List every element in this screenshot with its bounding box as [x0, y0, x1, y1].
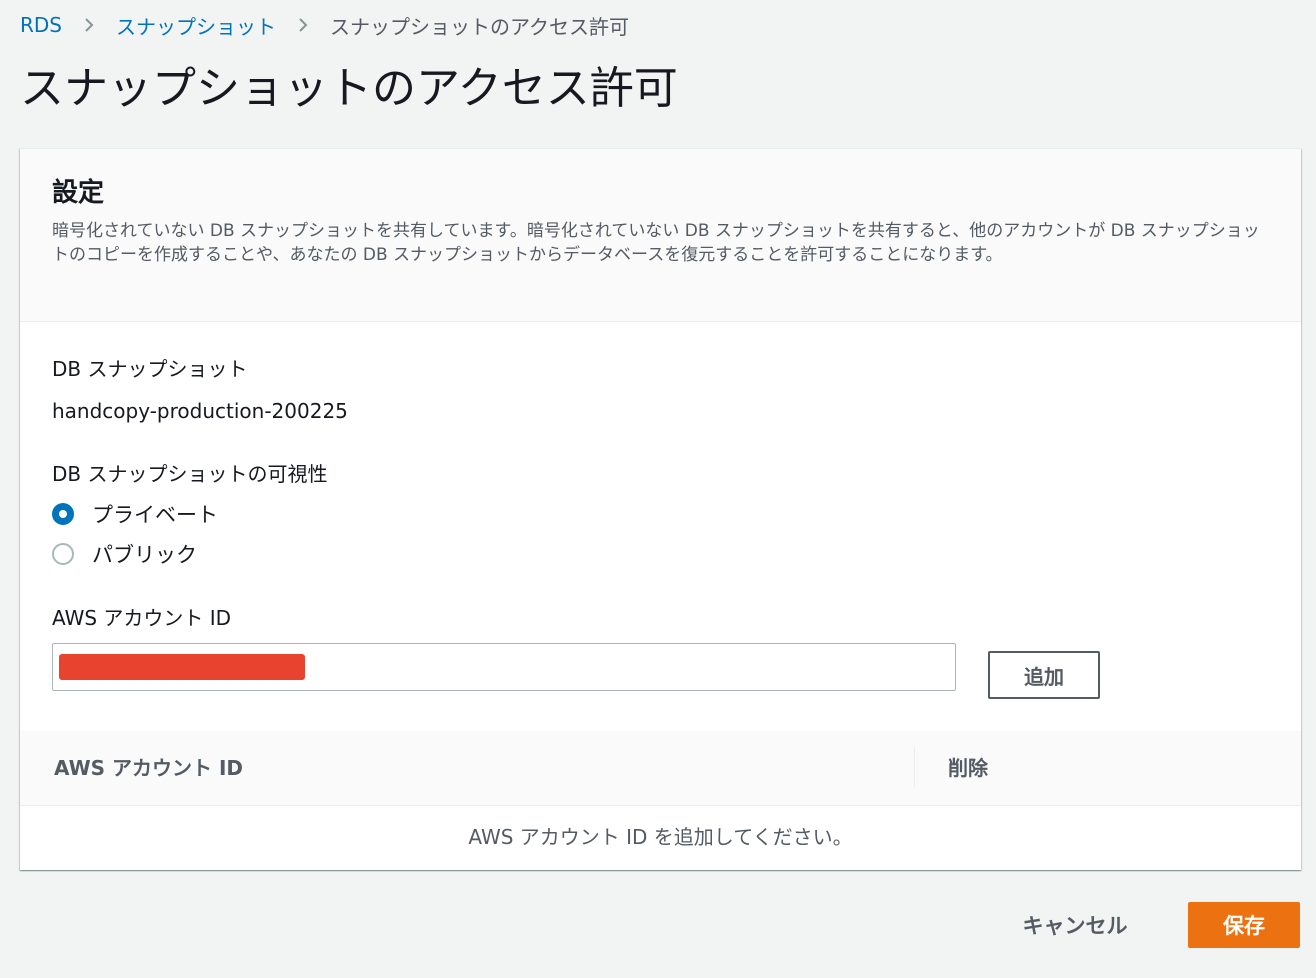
cancel-button[interactable]: キャンセル — [1000, 902, 1150, 948]
settings-description: 暗号化されていない DB スナップショットを共有しています。暗号化されていない … — [52, 221, 1260, 265]
radio-private[interactable]: プライベート — [52, 499, 218, 529]
add-account-button[interactable]: 追加 — [988, 651, 1100, 699]
page-title: スナップショットのアクセス許可 — [20, 63, 678, 114]
save-button[interactable]: 保存 — [1188, 902, 1300, 948]
settings-panel: 設定 暗号化されていない DB スナップショットを共有しています。暗号化されてい… — [20, 148, 1301, 870]
radio-public-unchecked-icon[interactable] — [52, 543, 74, 565]
column-divider — [914, 747, 915, 787]
redaction-mark — [59, 654, 305, 680]
settings-panel-header: 設定 暗号化されていない DB スナップショットを共有しています。暗号化されてい… — [20, 149, 1301, 322]
breadcrumb-snapshots-link[interactable]: スナップショット — [116, 11, 276, 40]
accounts-table-empty-message: AWS アカウント ID を追加してください。 — [468, 825, 853, 849]
column-header-account-id[interactable]: AWS アカウント ID — [54, 753, 243, 783]
breadcrumb: RDS スナップショット スナップショットのアクセス許可 — [20, 10, 629, 40]
account-id-label: AWS アカウント ID — [52, 606, 232, 630]
radio-private-label: プライベート — [92, 503, 218, 527]
snapshot-label: DB スナップショット — [52, 357, 248, 381]
account-id-input[interactable] — [52, 643, 956, 691]
snapshot-value: handcopy-production-200225 — [52, 399, 348, 423]
breadcrumb-current: スナップショットのアクセス許可 — [330, 14, 629, 39]
radio-private-checked-icon[interactable] — [52, 503, 74, 525]
chevron-right-icon — [299, 18, 308, 32]
column-header-delete: 削除 — [948, 756, 988, 780]
visibility-label: DB スナップショットの可視性 — [52, 462, 328, 486]
accounts-table-header: AWS アカウント ID 削除 — [20, 731, 1301, 806]
chevron-right-icon — [85, 18, 94, 32]
breadcrumb-rds-link[interactable]: RDS — [20, 13, 62, 37]
radio-public-label: パブリック — [92, 543, 197, 567]
settings-title: 設定 — [52, 178, 105, 208]
radio-public[interactable]: パブリック — [52, 539, 197, 569]
